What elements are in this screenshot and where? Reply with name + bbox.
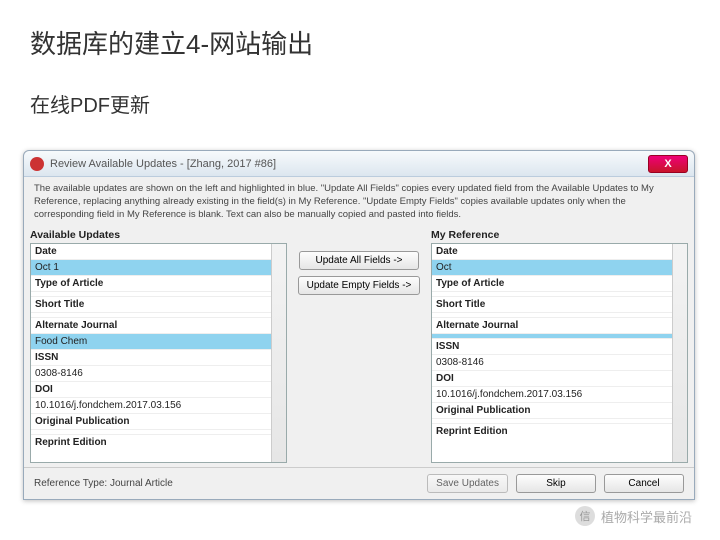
field-alternate-journal: Alternate Journal — [432, 317, 687, 333]
value-date[interactable]: Oct 1 — [31, 259, 286, 275]
value-doi[interactable]: 10.1016/j.fondchem.2017.03.156 — [432, 386, 687, 402]
field-issn: ISSN — [432, 338, 687, 354]
my-reference-header: My Reference — [431, 227, 688, 243]
available-updates-list[interactable]: Date Oct 1 Type of Article Short Title A… — [30, 243, 287, 463]
field-doi: DOI — [432, 370, 687, 386]
field-reprint-edition: Reprint Edition — [31, 434, 286, 450]
dialog-review-updates: Review Available Updates - [Zhang, 2017 … — [23, 150, 695, 500]
center-buttons: Update All Fields -> Update Empty Fields… — [291, 227, 427, 463]
field-date: Date — [31, 244, 286, 259]
field-reprint-edition: Reprint Edition — [432, 423, 687, 439]
bottom-bar: Reference Type: Journal Article Save Upd… — [24, 467, 694, 499]
watermark-text: 植物科学最前沿 — [601, 507, 692, 526]
value-alternate-journal[interactable]: Food Chem — [31, 333, 286, 349]
field-original-publication: Original Publication — [31, 413, 286, 429]
titlebar: Review Available Updates - [Zhang, 2017 … — [24, 151, 694, 177]
field-doi: DOI — [31, 381, 286, 397]
available-updates-panel: Available Updates Date Oct 1 Type of Art… — [30, 227, 287, 463]
field-alternate-journal: Alternate Journal — [31, 317, 286, 333]
value-issn[interactable]: 0308-8146 — [31, 365, 286, 381]
value-date[interactable]: Oct — [432, 259, 687, 275]
field-issn: ISSN — [31, 349, 286, 365]
skip-button[interactable]: Skip — [516, 474, 596, 493]
value-doi[interactable]: 10.1016/j.fondchem.2017.03.156 — [31, 397, 286, 413]
app-icon — [30, 157, 44, 171]
wechat-icon: 信 — [575, 506, 595, 526]
value-issn[interactable]: 0308-8146 — [432, 354, 687, 370]
update-all-fields-button[interactable]: Update All Fields -> — [299, 251, 419, 270]
page-subtitle: 在线PDF更新 — [0, 61, 720, 118]
page-title: 数据库的建立4-网站输出 — [0, 0, 720, 61]
update-empty-fields-button[interactable]: Update Empty Fields -> — [298, 276, 421, 295]
my-reference-panel: My Reference Date Oct Type of Article Sh… — [431, 227, 688, 463]
field-date: Date — [432, 244, 687, 259]
my-reference-list[interactable]: Date Oct Type of Article Short Title Alt… — [431, 243, 688, 463]
instructions-text: The available updates are shown on the l… — [24, 177, 694, 227]
available-updates-header: Available Updates — [30, 227, 287, 243]
field-type-of-article: Type of Article — [31, 275, 286, 291]
cancel-button[interactable]: Cancel — [604, 474, 684, 493]
dialog-title: Review Available Updates - [Zhang, 2017 … — [50, 158, 648, 170]
save-updates-button[interactable]: Save Updates — [427, 474, 508, 493]
watermark: 信 植物科学最前沿 — [575, 506, 692, 526]
reference-type-label: Reference Type: Journal Article — [34, 478, 419, 489]
close-button[interactable]: X — [648, 155, 688, 173]
field-type-of-article: Type of Article — [432, 275, 687, 291]
field-short-title: Short Title — [432, 296, 687, 312]
field-original-publication: Original Publication — [432, 402, 687, 418]
field-short-title: Short Title — [31, 296, 286, 312]
